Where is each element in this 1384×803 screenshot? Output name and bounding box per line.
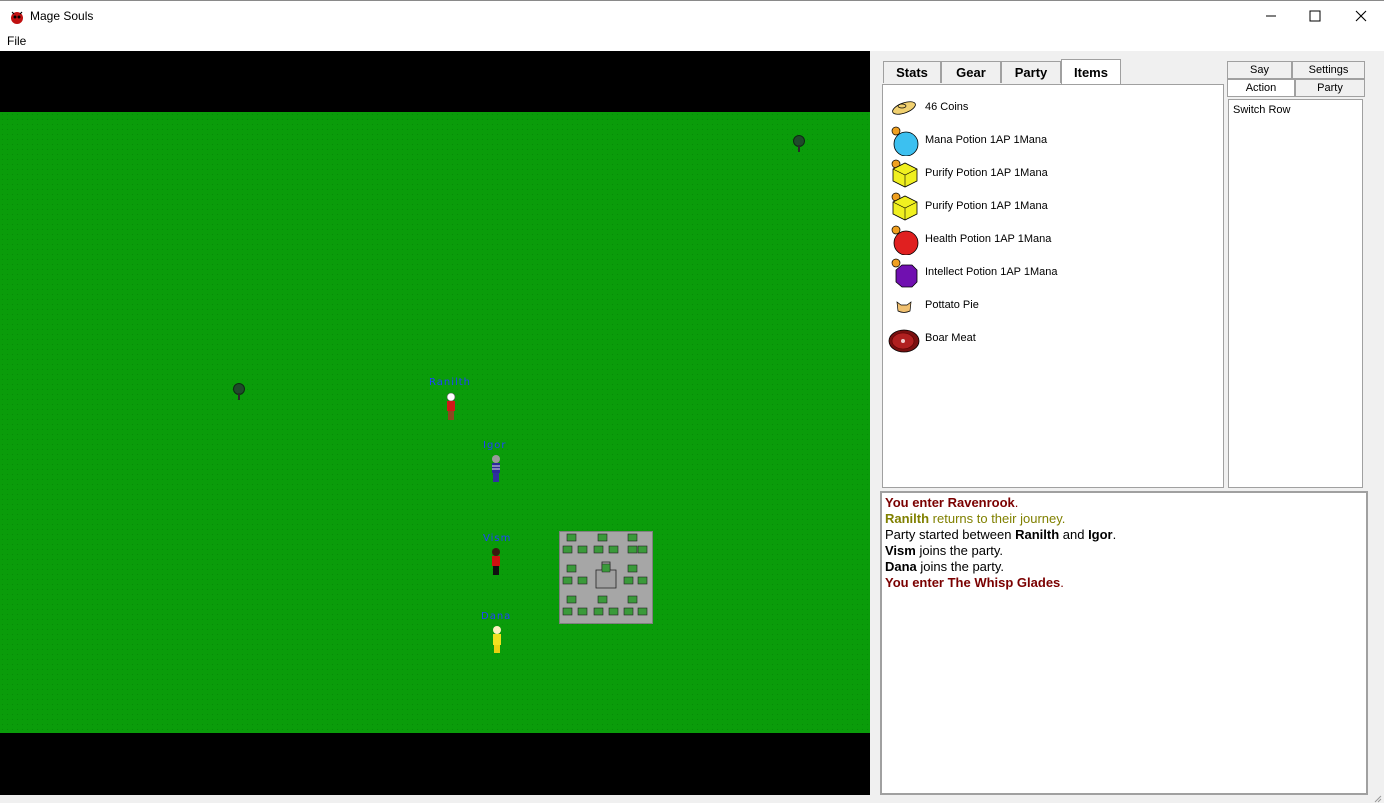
log-line: You enter The Whisp Glades. <box>885 575 1363 591</box>
purify-potion-icon <box>891 192 918 221</box>
items-list: 46 Coins Mana Potion 1AP 1Mana Purify Po… <box>882 84 1224 488</box>
tab-stats[interactable]: Stats <box>883 61 941 83</box>
item-label: Purify Potion 1AP 1Mana <box>925 167 1048 179</box>
meat-icon <box>888 329 920 353</box>
log-line: You enter Ravenrook. <box>885 495 1363 511</box>
list-item[interactable]: 46 Coins <box>887 93 1217 123</box>
list-item[interactable]: Pottato Pie <box>887 291 1217 321</box>
log-text: Party started between <box>885 527 1016 542</box>
mana-potion-icon <box>891 126 919 156</box>
log-text: and <box>1059 527 1089 542</box>
status-bar <box>0 795 1384 803</box>
character-ranilth[interactable] <box>444 392 458 422</box>
tab-settings[interactable]: Settings <box>1292 61 1365 79</box>
log-text: Vism <box>885 543 916 558</box>
coins-icon <box>892 101 916 115</box>
log-text: Ranilth <box>1015 527 1060 542</box>
log-line: Dana joins the party. <box>885 559 1363 575</box>
tree-icon <box>793 135 805 152</box>
log-text: You enter Ravenrook <box>885 495 1015 510</box>
grass-field[interactable] <box>0 112 870 733</box>
maximize-button[interactable] <box>1292 1 1338 31</box>
log-text: You enter The Whisp Glades <box>885 575 1061 590</box>
item-label: Intellect Potion 1AP 1Mana <box>925 266 1058 278</box>
log-text: Igor <box>1088 527 1113 542</box>
character-igor[interactable] <box>489 454 503 484</box>
maximize-icon <box>1309 10 1321 22</box>
event-log[interactable]: You enter Ravenrook. Ranilth returns to … <box>880 491 1368 795</box>
title-bar: Mage Souls <box>0 0 1384 31</box>
character-name: Vism <box>483 533 512 544</box>
list-item[interactable]: Boar Meat <box>887 324 1217 354</box>
item-label: Mana Potion 1AP 1Mana <box>925 134 1048 146</box>
tab-party-actions[interactable]: Party <box>1295 79 1365 97</box>
list-item[interactable]: Purify Potion 1AP 1Mana <box>887 159 1217 189</box>
list-item[interactable]: Intellect Potion 1AP 1Mana <box>887 258 1217 288</box>
log-text: . <box>1112 527 1117 542</box>
tree-icon <box>233 383 245 400</box>
minimize-icon <box>1266 15 1276 17</box>
log-text: joins the party. <box>916 559 1004 574</box>
intellect-potion-icon <box>891 258 918 288</box>
list-item[interactable]: Mana Potion 1AP 1Mana <box>887 126 1217 156</box>
graveyard-tiles-icon <box>562 533 648 616</box>
pie-icon <box>896 301 912 313</box>
close-icon <box>1355 10 1367 22</box>
action-list: Switch Row <box>1226 97 1365 490</box>
log-line: Ranilth returns to their journey. <box>885 511 1363 527</box>
log-line: Vism joins the party. <box>885 543 1363 559</box>
character-name: Igor <box>483 440 507 451</box>
menu-file[interactable]: File <box>7 34 26 48</box>
tab-action[interactable]: Action <box>1227 79 1295 97</box>
item-label: 46 Coins <box>925 101 969 113</box>
log-text: Dana <box>885 559 917 574</box>
item-label: Pottato Pie <box>925 299 979 311</box>
tab-gear[interactable]: Gear <box>941 61 1001 83</box>
character-name: Dana <box>481 611 512 622</box>
item-label: Purify Potion 1AP 1Mana <box>925 200 1048 212</box>
window-title: Mage Souls <box>30 9 94 23</box>
character-name: Ranilth <box>429 377 472 388</box>
purify-potion-icon <box>891 159 918 188</box>
character-vism[interactable] <box>489 547 503 577</box>
app-icon <box>11 11 23 24</box>
tab-say[interactable]: Say <box>1227 61 1292 79</box>
item-label: Health Potion 1AP 1Mana <box>925 233 1052 245</box>
minimize-button[interactable] <box>1248 1 1294 31</box>
log-text: . <box>1060 575 1064 590</box>
log-text: returns to their journey. <box>929 511 1066 526</box>
resize-grip-icon[interactable] <box>1374 795 1382 803</box>
graveyard[interactable] <box>559 531 653 624</box>
health-potion-icon <box>891 225 919 255</box>
log-text: joins the party. <box>915 543 1004 558</box>
tab-items[interactable]: Items <box>1061 59 1121 84</box>
close-button[interactable] <box>1338 1 1384 31</box>
tab-party[interactable]: Party <box>1001 61 1061 83</box>
action-switch-row[interactable]: Switch Row <box>1233 104 1290 116</box>
log-text: Ranilth <box>885 511 930 526</box>
side-panel: Stats Gear Party Items 46 Coins Mana Pot… <box>870 51 1384 795</box>
list-item[interactable]: Health Potion 1AP 1Mana <box>887 225 1217 255</box>
list-item[interactable]: Purify Potion 1AP 1Mana <box>887 192 1217 222</box>
log-text: . <box>1014 495 1019 510</box>
log-line: Party started between Ranilth and Igor. <box>885 527 1363 543</box>
game-viewport[interactable]: Ranilth Igor Vism Dana <box>0 51 870 795</box>
item-label: Boar Meat <box>925 332 976 344</box>
menu-bar: File <box>0 31 1384 51</box>
character-dana[interactable] <box>490 625 504 655</box>
